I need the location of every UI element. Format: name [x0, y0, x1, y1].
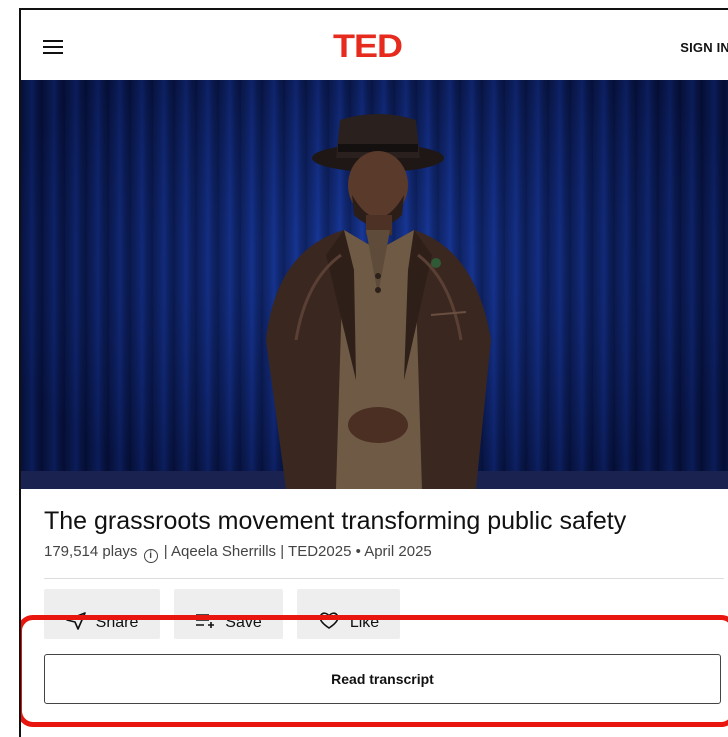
play-count: 179,514 plays [44, 543, 138, 560]
speaker-link[interactable]: Aqeela Sherrills [171, 543, 276, 560]
read-transcript-button[interactable]: Read transcript [44, 654, 721, 704]
speaker-image [266, 114, 491, 489]
video-player[interactable] [21, 80, 728, 489]
ted-logo[interactable]: TED [333, 29, 403, 62]
event-link[interactable]: TED2025 [288, 543, 351, 560]
like-button[interactable]: Like [297, 589, 400, 639]
hamburger-menu-icon[interactable] [43, 38, 65, 56]
playlist-add-icon [195, 612, 215, 635]
share-button[interactable]: Share [44, 589, 160, 639]
divider [44, 578, 724, 579]
share-label: Share [95, 614, 139, 631]
send-icon [65, 611, 86, 635]
like-label: Like [349, 614, 380, 631]
heart-icon [318, 611, 340, 635]
date-separator: • [355, 543, 361, 560]
talk-title: The grassroots movement transforming pub… [44, 507, 627, 535]
talk-meta: 179,514 plays i | Aqeela Sherrills | TED… [44, 543, 432, 563]
meta-separator: | [280, 543, 285, 560]
site-header: TED SIGN IN [21, 10, 728, 80]
save-button[interactable]: Save [174, 589, 283, 639]
sign-in-link[interactable]: SIGN IN [680, 40, 728, 55]
save-label: Save [225, 614, 262, 631]
meta-separator: | [163, 543, 168, 560]
page-frame: TED SIGN IN The grassroots movement tran… [19, 8, 728, 737]
talk-date: April 2025 [364, 543, 432, 560]
info-icon[interactable]: i [143, 549, 158, 563]
